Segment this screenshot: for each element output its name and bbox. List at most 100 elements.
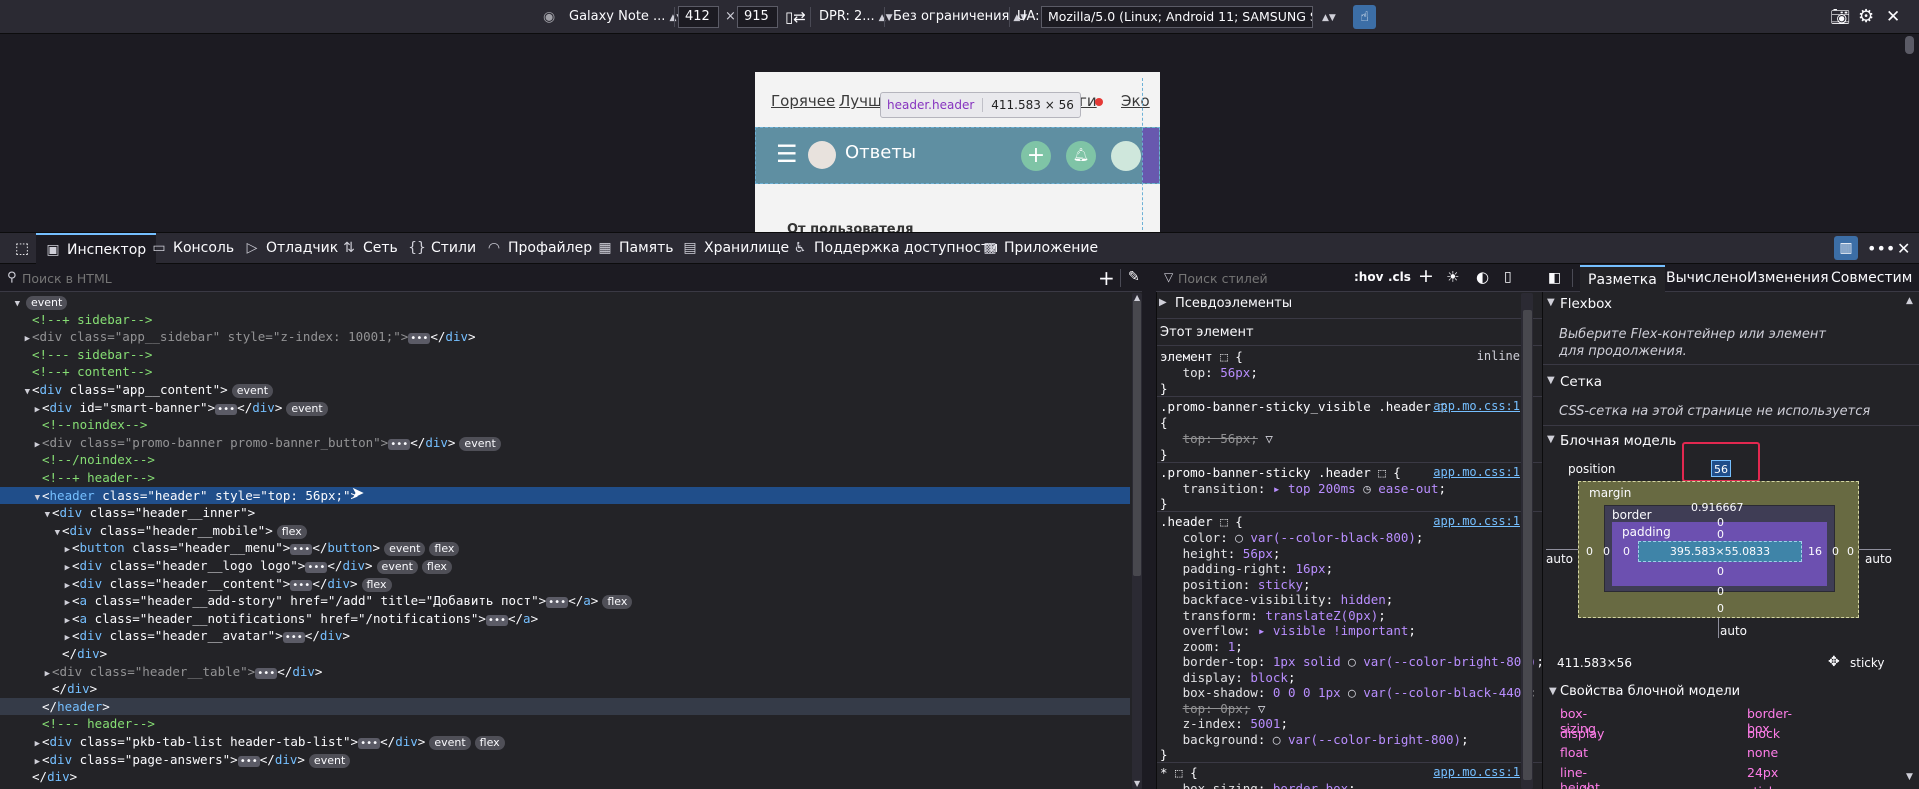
position-left-value[interactable]: auto — [1546, 552, 1573, 566]
rule-property[interactable]: transition: ▸ top 200ms ◷ ease-out; — [1160, 481, 1520, 497]
markup-line[interactable]: ▶ <div class="header__logo logo"> ••• </div… — [0, 557, 1130, 575]
markup-line[interactable]: ▶ <a class="header__notifications" href="… — [0, 610, 1130, 628]
dock-icon[interactable]: ▥ — [1834, 236, 1858, 260]
dpr-selector[interactable]: DPR: 2... ▲▼ — [819, 0, 893, 34]
scroll-up-icon[interactable]: ▲ — [1906, 296, 1913, 306]
position-right-value[interactable]: auto — [1865, 552, 1892, 566]
nav-link-eco[interactable]: Эко — [1121, 92, 1150, 110]
padding-right-value[interactable]: 16 — [1808, 545, 1822, 558]
grid-heading[interactable]: Сетка — [1560, 374, 1602, 390]
html-search-input[interactable] — [22, 268, 822, 288]
dark-theme-icon[interactable]: ◐ — [1476, 268, 1489, 286]
tab-storage[interactable]: ▤ Хранилище — [681, 233, 789, 264]
flexbox-toggle-icon[interactable]: ▼ — [1547, 297, 1555, 308]
rule-property[interactable]: box-sizing: border-box; — [1160, 781, 1520, 789]
styles-search-input[interactable] — [1178, 268, 1328, 288]
viewport-scrollbar[interactable] — [1905, 36, 1914, 54]
markup-line[interactable]: ▼ <div class="app__content"> event — [0, 381, 1130, 399]
padding-top-value[interactable]: 0 — [1717, 528, 1724, 541]
scroll-down-icon[interactable]: ▼ — [1134, 779, 1140, 788]
rule-selector[interactable]: .promo-banner-sticky .header ⬚ {app.mo.c… — [1160, 465, 1520, 481]
box-props-heading[interactable]: Свойства блочной модели — [1560, 684, 1740, 699]
markup-line[interactable]: </div> — [0, 645, 1130, 663]
rule-property[interactable]: display: block; — [1160, 670, 1520, 686]
scroll-up-icon[interactable]: ▲ — [1134, 293, 1140, 302]
pseudo-elements-label[interactable]: Псевдоэлементы — [1175, 296, 1292, 311]
tab-inspector[interactable]: ▣ Инспектор — [36, 233, 157, 264]
markup-line[interactable]: ▼ <div class="header__mobile"> flex — [0, 522, 1130, 540]
markup-line[interactable]: <!--+ sidebar--> — [0, 311, 1130, 329]
markup-line[interactable]: ▶ <div class="promo-banner promo-banner_b… — [0, 434, 1130, 452]
rule-property[interactable]: background: ◯ var(--color-bright-800); — [1160, 732, 1520, 748]
rule-property[interactable]: zoom: 1; — [1160, 639, 1520, 655]
props-toggle-icon[interactable]: ▼ — [1549, 686, 1557, 697]
markup-line[interactable]: </div> — [0, 768, 1130, 786]
rule-property[interactable]: box-shadow: 0 0 0 1px ◯ var(--color-blac… — [1160, 685, 1537, 701]
add-story-icon[interactable]: + — [1021, 141, 1051, 171]
border-bottom-value[interactable]: 0 — [1717, 585, 1724, 598]
margin-right-value[interactable]: 0 — [1847, 545, 1854, 558]
margin-top-value[interactable]: 0.916667 — [1691, 501, 1744, 514]
position-bottom-value[interactable]: auto — [1720, 624, 1747, 638]
rule-property[interactable]: border-top: 1px solid ◯ var(--color-brig… — [1160, 654, 1544, 670]
padding-left-value[interactable]: 0 — [1623, 545, 1630, 558]
touch-simulation-icon[interactable]: ☝ — [1353, 5, 1376, 29]
rule-property[interactable]: padding-right: 16px; — [1160, 561, 1520, 577]
eyedropper-icon[interactable]: ✎ — [1128, 269, 1140, 285]
rule-property[interactable]: top: 56px; — [1160, 365, 1520, 381]
logo-icon[interactable] — [808, 141, 836, 169]
markup-line[interactable]: <!--+ content--> — [0, 363, 1130, 381]
tab-computed[interactable]: Вычислено — [1666, 265, 1747, 292]
markup-line[interactable]: <!--noindex--> — [0, 416, 1130, 434]
screenshot-icon[interactable]: 📷︎ — [1830, 0, 1850, 34]
light-theme-icon[interactable]: ☀ — [1446, 268, 1459, 286]
menu-icon[interactable]: ☰ — [776, 140, 798, 168]
more-options-icon[interactable]: ••• — [1867, 233, 1895, 264]
cls-toggle[interactable]: .cls — [1388, 270, 1411, 284]
rule-property[interactable]: position: sticky; — [1160, 577, 1520, 593]
tab-profiler[interactable]: ◠ Профайлер — [485, 233, 592, 264]
position-top-input[interactable]: 56 — [1711, 460, 1731, 477]
rule-property[interactable]: transform: translateZ(0px); — [1160, 608, 1520, 624]
print-media-icon[interactable]: ▯ — [1504, 269, 1512, 285]
settings-gear-icon[interactable]: ⚙ — [1858, 0, 1874, 34]
markup-line[interactable]: <!--/noindex--> — [0, 451, 1130, 469]
bell-icon[interactable]: 🔔︎ — [1066, 141, 1096, 171]
margin-bottom-value[interactable]: 0 — [1717, 602, 1724, 615]
height-input[interactable]: 915 — [737, 6, 778, 28]
rule-property[interactable]: top: 56px; ▽ — [1160, 431, 1520, 447]
tab-console[interactable]: ▭ Консоль — [150, 233, 234, 264]
padding-bottom-value[interactable]: 0 — [1717, 565, 1724, 578]
close-icon[interactable]: ✕ — [1886, 0, 1900, 34]
markup-line[interactable]: ▼ <div class="header__inner"> — [0, 504, 1130, 522]
markup-line[interactable]: ▶ <div class="header__avatar"> ••• </div> — [0, 627, 1130, 645]
device-selector[interactable]: Galaxy Note ... ▲▼ — [569, 0, 683, 34]
element-picker-icon[interactable]: ⬚ — [8, 233, 36, 264]
grid-toggle-icon[interactable]: ▼ — [1547, 375, 1555, 386]
markup-line[interactable]: ▶ <div class="header__table"> ••• </div> — [0, 663, 1130, 681]
close-devtools-icon[interactable]: ✕ — [1897, 233, 1910, 264]
avatar[interactable] — [1111, 141, 1141, 171]
markup-line[interactable]: ▼ <header class="header" style="top: 56px… — [0, 486, 1130, 505]
margin-left-value[interactable]: 0 — [1586, 545, 1593, 558]
rule-selector[interactable]: .promo-banner-sticky_visible .header ⬚ ap… — [1160, 399, 1520, 415]
header-title[interactable]: Ответы — [845, 142, 916, 163]
tab-application[interactable]: ▩ Приложение — [981, 233, 1098, 264]
border-left-value[interactable]: 0 — [1603, 545, 1610, 558]
pseudo-elements-toggle-icon[interactable]: ▶ — [1159, 297, 1167, 308]
tab-memory[interactable]: ▦ Память — [596, 233, 673, 264]
markup-line[interactable]: ▶ <a class="header__add-story" href="/add… — [0, 592, 1130, 610]
tab-accessibility[interactable]: ♿︎ Поддержка доступности — [791, 233, 999, 264]
tab-layout[interactable]: Разметка — [1580, 265, 1665, 292]
markup-line[interactable]: ▶ <div class="pkb-tab-list header-tab-lis… — [0, 733, 1130, 751]
markup-line[interactable]: <!--- sidebar--> — [0, 346, 1130, 364]
boxmodel-toggle-icon[interactable]: ▼ — [1547, 434, 1555, 445]
rule-selector[interactable]: .header ⬚ {app.mo.css:1 — [1160, 514, 1520, 530]
throttle-selector[interactable]: Без ограничения ▲▼ — [893, 0, 1027, 34]
border-right-value[interactable]: 0 — [1832, 545, 1839, 558]
markup-scrollbar-thumb[interactable] — [1133, 300, 1141, 576]
sidebar-toggle-icon[interactable]: ◧ — [1548, 265, 1561, 292]
markup-line[interactable]: <!--- header--> — [0, 715, 1130, 733]
ua-chevron-down-icon[interactable]: ▲▼ — [1318, 0, 1336, 34]
scroll-down-icon[interactable]: ▼ — [1906, 772, 1913, 782]
